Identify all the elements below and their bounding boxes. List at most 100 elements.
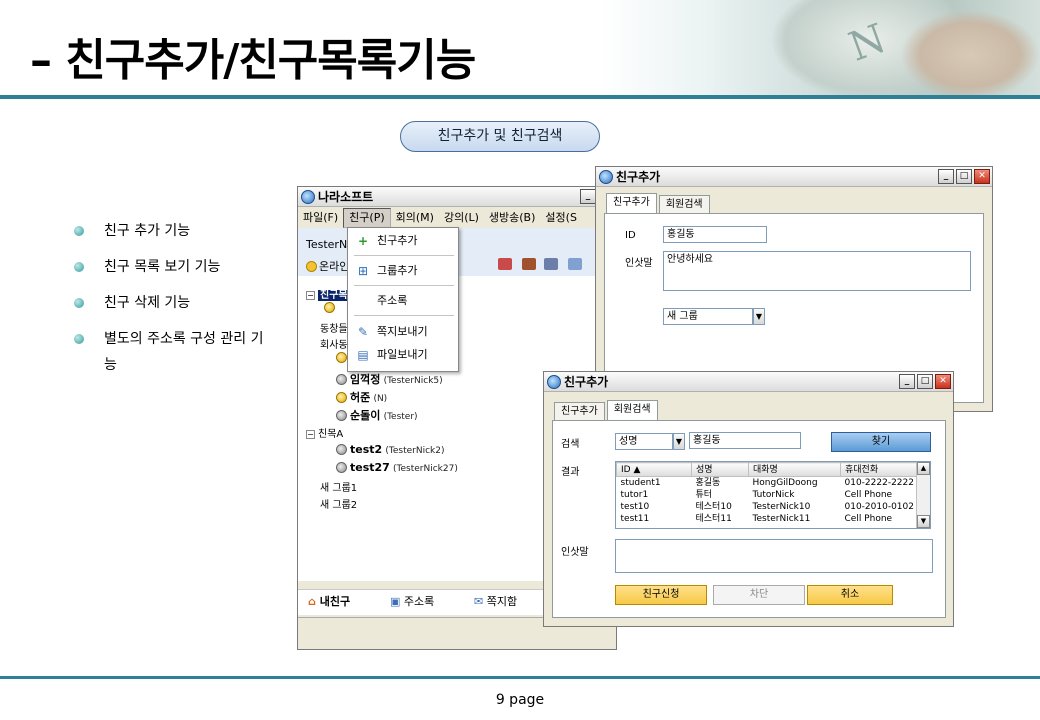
find-button[interactable]: 찾기 [831,432,931,452]
send-file-icon: ▤ [357,348,369,362]
menu-item-send-message[interactable]: ✎ 쪽지보내기 [348,321,458,343]
result-label: 결과 [561,467,580,478]
online-icon [336,392,347,403]
column-nick-header[interactable]: 대화명 [748,462,841,477]
menubar: 파일(F) 친구(P) 회의(M) 강의(L) 생방송(B) 설정(S [298,208,616,228]
member-search-pane: 검색 성명 ▼ 홍길동 찾기 결과 ID ▲ 성명 대화명 휴대전화 stude… [552,420,946,618]
table-row[interactable]: student1 홍길동 HongGilDoong 010-2222-2222 [617,477,917,490]
greeting-field[interactable] [615,539,933,573]
tree-friend-hidden[interactable] [324,302,338,314]
slide-title: – 친구추가/친구목록기능 [30,35,476,86]
tree-friend[interactable]: 허준 (N) [336,389,387,405]
tree-group-classmates[interactable]: 동창들 [320,320,348,335]
username: TesterNi [306,238,351,251]
tab-address-book[interactable]: ▣ 주소록 [390,594,434,610]
app-icon [301,190,315,204]
minimize-button[interactable]: _ [938,169,954,184]
tab-message-box[interactable]: ✉ 쪽지함 [474,594,517,610]
block-button[interactable]: 차단 [713,585,805,605]
friend-request-button[interactable]: 친구신청 [615,585,707,605]
group-select[interactable]: 새 그룹 [663,308,753,325]
tree-friend[interactable]: 순돌이 (Tester) [336,407,418,423]
greeting-label: 인삿말 [625,258,653,269]
collapse-icon[interactable]: − [306,430,315,439]
window-title: 친구추가 [616,170,661,184]
feature-list: 친구 추가 기능 친구 목록 보기 기능 친구 삭제 기능 별도의 주소록 구성… [74,218,274,388]
status-label: 온라인 [319,260,350,273]
minimize-button[interactable]: _ [580,189,596,204]
chevron-down-icon[interactable]: ▼ [673,433,685,450]
add-group-icon: ⊞ [357,264,369,278]
messenger-titlebar[interactable]: 나라소프트 _ □ [298,187,616,207]
table-header-row: ID ▲ 성명 대화명 휴대전화 [616,462,917,477]
home-icon: ⌂ [308,595,316,608]
gift-tool-icon[interactable] [522,258,536,270]
tree-group-selected[interactable]: − 친구목 [306,286,350,301]
offline-icon [336,444,347,455]
tab-add-friend[interactable]: 친구추가 [554,402,605,420]
scroll-up-icon[interactable]: ▲ [917,462,930,475]
column-phone-header[interactable]: 휴대전화 [840,462,917,477]
header-photo: N [600,0,1040,95]
minimize-button[interactable]: _ [899,374,915,389]
menu-file[interactable]: 파일(F) [298,208,343,228]
menu-item-address-book[interactable]: 주소록 [348,290,458,312]
bullet-item: 친구 삭제 기능 [74,290,274,316]
maximize-button[interactable]: □ [917,374,933,389]
menu-meeting[interactable]: 회의(M) [391,208,439,228]
scroll-down-icon[interactable]: ▼ [917,515,930,528]
menu-item-send-file[interactable]: ▤ 파일보내기 [348,344,458,366]
result-table: ID ▲ 성명 대화명 휴대전화 student1 홍길동 HongGilDoo… [615,461,931,529]
add-friend-titlebar[interactable]: 친구추가 _ □ ✕ [596,167,992,187]
tab-member-search[interactable]: 회원검색 [606,400,658,420]
message-box-icon: ✉ [474,595,484,608]
search-input[interactable]: 홍길동 [689,432,801,449]
member-search-titlebar[interactable]: 친구추가 _ □ ✕ [544,372,953,392]
bullet-item: 친구 목록 보기 기능 [74,254,274,280]
online-icon [336,352,347,363]
section-pill: 친구추가 및 친구검색 [400,121,600,152]
tab-member-search[interactable]: 회원검색 [658,195,710,213]
offline-icon [336,462,347,473]
close-button[interactable]: ✕ [935,374,951,389]
cancel-button[interactable]: 취소 [807,585,893,605]
column-id-header[interactable]: ID ▲ [616,462,692,477]
table-row[interactable]: test10 테스터10 TesterNick10 010-2010-0102 [617,501,917,513]
offline-icon [336,374,347,385]
tree-friend[interactable]: test2 (TesterNick2) [336,443,444,456]
tree-new-group-1[interactable]: 새 그룹1 [320,479,357,494]
maximize-button[interactable]: □ [956,169,972,184]
contact-tool-icon[interactable] [498,258,512,270]
menu-broadcast[interactable]: 생방송(B) [484,208,541,228]
column-name-header[interactable]: 성명 [691,462,749,477]
menu-item-add-friend[interactable]: + 친구추가 [348,230,458,252]
collapse-icon[interactable]: − [306,291,315,300]
tree-friend[interactable]: test27 (TesterNick27) [336,461,458,474]
smiley-icon [306,261,317,272]
tree-friend[interactable]: 임꺽정 (TesterNick5) [336,371,443,387]
group-tool-icon[interactable] [544,258,558,270]
table-row[interactable]: test11 테스터11 TesterNick11 Cell Phone [617,513,917,525]
tab-add-friend[interactable]: 친구추가 [606,193,657,213]
menu-item-add-group[interactable]: ⊞ 그룹추가 [348,260,458,282]
status-selector[interactable]: 온라인 [306,258,349,274]
message-tool-icon[interactable] [568,258,582,270]
greeting-field[interactable]: 안녕하세요 [663,251,971,291]
search-field-select[interactable]: 성명 [615,433,673,450]
plus-icon: + [357,234,369,248]
close-button[interactable]: ✕ [974,169,990,184]
id-field[interactable]: 홍길동 [663,226,767,243]
tree-new-group-2[interactable]: 새 그룹2 [320,496,357,511]
table-row[interactable]: tutor1 튜터 TutorNick Cell Phone [617,489,917,501]
chevron-down-icon[interactable]: ▼ [753,308,765,325]
menu-lecture[interactable]: 강의(L) [439,208,484,228]
menu-settings[interactable]: 설정(S [540,208,582,228]
app-icon [599,170,613,184]
search-label: 검색 [561,439,580,450]
menu-friend[interactable]: 친구(P) [343,208,391,228]
table-scrollbar[interactable]: ▲ ▼ [916,462,930,528]
send-message-icon: ✎ [357,325,369,339]
tree-group-a[interactable]: − 친목A [306,425,343,440]
tab-my-friends[interactable]: ⌂ 내친구 [308,594,350,610]
tree-group-company[interactable]: 회사동 [320,336,348,351]
